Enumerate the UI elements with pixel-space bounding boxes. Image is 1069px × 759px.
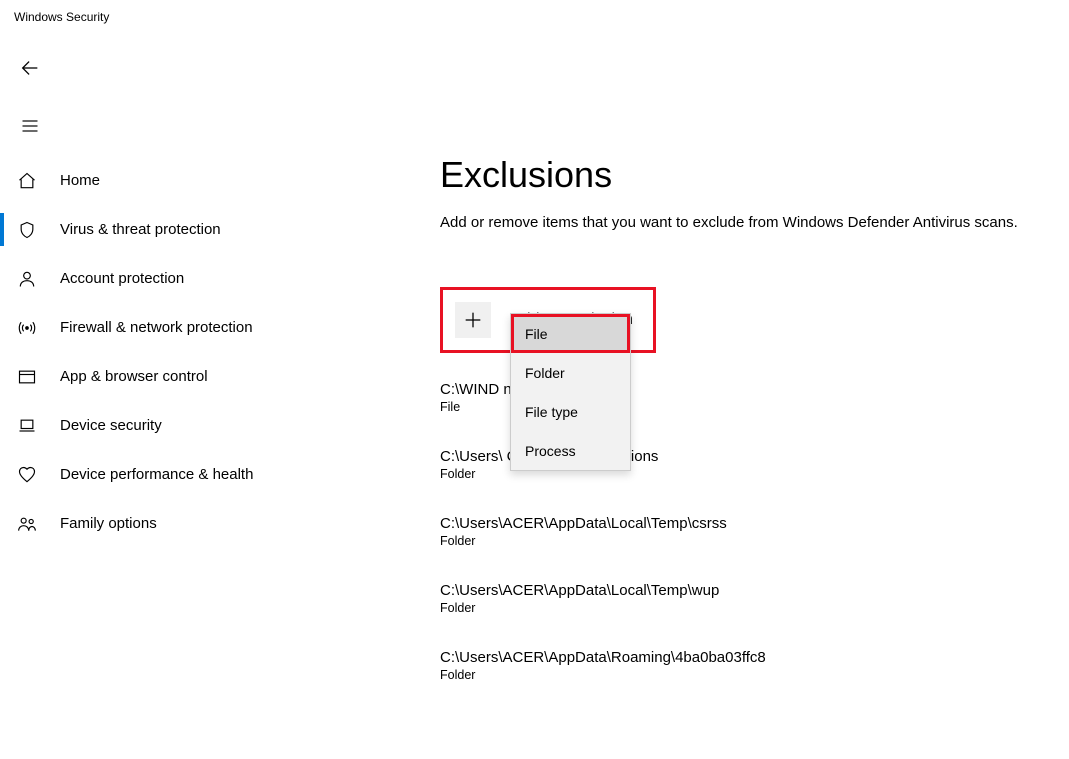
sidebar-item-account[interactable]: Account protection — [0, 254, 400, 303]
shield-icon — [16, 219, 38, 241]
app-window-icon — [16, 366, 38, 388]
sidebar-item-label: Firewall & network protection — [60, 319, 253, 336]
sidebar-item-home[interactable]: Home — [0, 156, 400, 205]
home-icon — [16, 170, 38, 192]
app-title: Windows Security — [0, 0, 1069, 24]
menu-button[interactable] — [10, 106, 50, 146]
dropdown-item-file[interactable]: File — [511, 314, 630, 353]
dropdown-item-process[interactable]: Process — [511, 431, 630, 470]
dropdown-item-filetype[interactable]: File type — [511, 392, 630, 431]
back-button[interactable] — [10, 48, 50, 88]
main-content: Exclusions Add or remove items that you … — [400, 146, 1069, 716]
sidebar-item-appbrowser[interactable]: App & browser control — [0, 352, 400, 401]
sidebar-item-label: Home — [60, 172, 100, 189]
sidebar-item-label: App & browser control — [60, 368, 208, 385]
sidebar-item-virus[interactable]: Virus & threat protection — [0, 205, 400, 254]
sidebar-item-label: Account protection — [60, 270, 184, 287]
exclusion-path: C:\Users\ACER\AppData\Roaming\4ba0ba03ff… — [440, 649, 1053, 666]
exclusion-type: Folder — [440, 601, 1053, 615]
laptop-icon — [16, 415, 38, 437]
sidebar-item-firewall[interactable]: Firewall & network protection — [0, 303, 400, 352]
sidebar-item-label: Virus & threat protection — [60, 221, 221, 238]
exclusion-path: C:\Users\ACER\AppData\Local\Temp\wup — [440, 582, 1053, 599]
back-arrow-icon — [19, 57, 41, 79]
exclusion-type-dropdown: File Folder File type Process — [510, 313, 631, 471]
dropdown-item-label: Process — [525, 443, 576, 459]
antenna-icon — [16, 317, 38, 339]
people-icon — [16, 513, 38, 535]
hamburger-icon — [20, 116, 40, 136]
dropdown-item-folder[interactable]: Folder — [511, 353, 630, 392]
exclusion-path: C:\Users\ACER\AppData\Local\Temp\csrss — [440, 515, 1053, 532]
sidebar-item-family[interactable]: Family options — [0, 499, 400, 548]
sidebar-item-performance[interactable]: Device performance & health — [0, 450, 400, 499]
heart-icon — [16, 464, 38, 486]
exclusion-item[interactable]: C:\Users\ACER\AppData\Roaming\4ba0ba03ff… — [440, 649, 1053, 682]
dropdown-item-label: File — [525, 326, 548, 342]
person-icon — [16, 268, 38, 290]
exclusion-item[interactable]: C:\Users\ACER\AppData\Local\Temp\csrss F… — [440, 515, 1053, 548]
sidebar-item-device[interactable]: Device security — [0, 401, 400, 450]
dropdown-item-label: Folder — [525, 365, 565, 381]
page-title: Exclusions — [440, 154, 1053, 196]
exclusion-type: Folder — [440, 668, 1053, 682]
exclusion-type: Folder — [440, 534, 1053, 548]
sidebar-item-label: Family options — [60, 515, 157, 532]
plus-icon — [455, 302, 491, 338]
exclusion-item[interactable]: C:\Users\ACER\AppData\Local\Temp\wup Fol… — [440, 582, 1053, 615]
sidebar-item-label: Device performance & health — [60, 466, 253, 483]
sidebar: Home Virus & threat protection Account p… — [0, 146, 400, 716]
dropdown-item-label: File type — [525, 404, 578, 420]
page-description: Add or remove items that you want to exc… — [440, 212, 1040, 235]
sidebar-item-label: Device security — [60, 417, 162, 434]
